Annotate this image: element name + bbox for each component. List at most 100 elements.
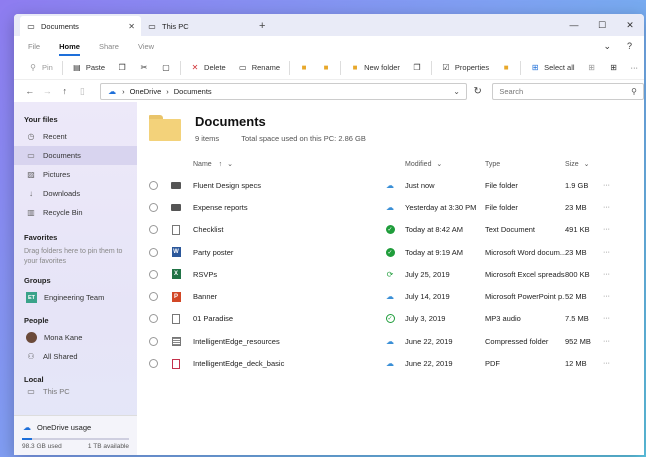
sidebar-item-recycle-bin[interactable]: ▥ Recycle Bin [14,203,137,222]
properties-button[interactable]: ☑ Properties [435,58,495,78]
recent-locations-button[interactable]: ▯ [75,82,91,100]
maximize-button[interactable]: ☐ [588,14,616,36]
ribbon-right-controls: ⌄ ? [603,36,632,56]
select-all-button[interactable]: ⊞ Select all [524,58,580,78]
collapse-ribbon-icon[interactable]: ⌄ [603,41,611,52]
delete-button[interactable]: ✕ Delete [184,58,232,78]
refresh-button[interactable]: ↻ [469,83,486,100]
more-button[interactable]: ··· [625,58,644,78]
minimize-button[interactable]: — [560,14,588,36]
sidebar-item-mona-kane[interactable]: Mona Kane [14,328,137,347]
column-header-type[interactable]: Type [485,161,500,168]
search-box[interactable]: ⚲ [492,82,644,100]
monitor-icon: ▭ [27,387,35,395]
sidebar-section-favorites: Favorites [24,233,58,242]
search-icon[interactable]: ⚲ [631,87,637,96]
tab-this-pc[interactable]: ▭ This PC [141,16,251,36]
more-icon[interactable]: ··· [603,182,610,189]
sidebar-item-all-shared[interactable]: ⚇ All Shared [14,347,137,366]
file-size: 1.9 GB [565,180,589,190]
table-row[interactable]: W Party poster ✓ Today at 9:19 AM Microsoft … [137,241,644,263]
breadcrumb-onedrive[interactable]: OneDrive [130,87,162,96]
ribbon-tab-file[interactable]: File [28,42,40,51]
pin-button[interactable]: ⚲ Pin [22,58,59,78]
sync-icon: ⟳ [386,269,394,279]
people-icon: ⚇ [27,352,35,361]
more-icon[interactable]: ··· [603,249,610,256]
more-icon[interactable]: ··· [603,360,610,367]
more-icon[interactable]: ··· [603,315,610,322]
new-folder-button[interactable]: ■ New folder [344,58,406,78]
paste-button[interactable]: ▤ Paste [66,58,111,78]
chevron-down-icon[interactable]: ⌄ [453,87,460,96]
sidebar-item-this-pc[interactable]: ▭ This PC [14,387,137,395]
close-tab-icon[interactable]: ✕ [128,22,135,31]
more-icon[interactable]: ··· [603,226,610,233]
table-row[interactable]: Checklist ✓ Today at 8:42 AM Text Document 4… [137,219,644,241]
select-none-button[interactable]: ⊞ [581,58,603,78]
more-icon[interactable]: ··· [603,293,610,300]
copy-path-button[interactable]: ▢ [155,58,177,78]
row-select-checkbox[interactable] [149,359,158,369]
share-button[interactable]: ■ [495,58,517,78]
doc-file-icon [171,224,181,235]
breadcrumb-documents[interactable]: Documents [174,87,212,96]
column-header-name[interactable]: Name ↑ ⌄ [193,160,233,168]
row-select-checkbox[interactable] [149,292,158,302]
copy-icon: ❐ [118,63,126,72]
table-row[interactable]: Fluent Design specs ☁ Just now File folder 1… [137,174,644,196]
sidebar-item-documents[interactable]: ▭ Documents [14,146,137,165]
row-select-checkbox[interactable] [149,225,158,235]
onedrive-usage-panel[interactable]: ☁ OneDrive usage 98.3 GB used 1 TB avail… [14,415,137,455]
search-input[interactable] [499,86,632,96]
rename-button[interactable]: ▭ Rename [232,58,286,78]
table-row[interactable]: IntelligentEdge_resources ☁ June 22, 2019 C… [137,330,644,352]
more-icon[interactable]: ··· [603,271,610,278]
row-select-checkbox[interactable] [149,314,158,324]
table-row[interactable]: 01 Paradise ✓ July 3, 2019 MP3 audio 7.5 MB ·… [137,308,644,330]
more-icon[interactable]: ··· [603,204,610,211]
table-row[interactable]: P Banner ☁ July 14, 2019 Microsoft PowerPoin… [137,285,644,307]
ribbon-tab-view[interactable]: View [138,42,154,51]
move-to-button[interactable]: ■ [293,58,315,78]
table-row[interactable]: Expense reports ☁ Yesterday at 3:30 PM File… [137,196,644,218]
cut-button[interactable]: ✂ [133,58,155,78]
column-header-modified[interactable]: Modified ⌄ [405,160,442,168]
select-all-label: Select all [544,63,575,72]
storage-usage-text: 98.3 GB used 1 TB available [22,443,129,450]
file-modified: Today at 9:19 AM [405,247,463,257]
row-select-checkbox[interactable] [149,336,158,346]
column-header-size[interactable]: Size ⌄ [565,160,589,168]
copy-button[interactable]: ❐ [111,58,133,78]
more-icon[interactable]: ··· [603,338,610,345]
sidebar-item-pictures[interactable]: ▨ Pictures [14,165,137,184]
command-toolbar: ⚲ Pin ▤ Paste ❐ ✂ ▢ ✕ Delete ▭ Rename ■ [14,56,644,80]
row-select-checkbox[interactable] [149,180,158,190]
up-button[interactable]: ↑ [57,82,73,100]
table-row[interactable]: IntelligentEdge_deck_basic ☁ June 22, 2019… [137,352,644,374]
tab-documents[interactable]: ▭ Documents ✕ [20,16,141,36]
invert-selection-button[interactable]: ⊞ [603,58,625,78]
close-button[interactable]: ✕ [616,14,644,36]
new-item-button[interactable]: ❐ [406,58,428,78]
sidebar-item-downloads[interactable]: ↓ Downloads [14,184,137,203]
row-select-checkbox[interactable] [149,247,158,257]
ribbon-tab-home[interactable]: Home [59,42,80,56]
ribbon-tab-share[interactable]: Share [99,42,119,51]
help-icon[interactable]: ? [627,41,632,51]
file-list: Fluent Design specs ☁ Just now File folder 1… [137,174,644,375]
address-bar[interactable]: ☁ › OneDrive › Documents ⌄ [100,82,467,100]
divider [520,60,522,75]
sidebar-item-engineering-team[interactable]: ET Engineering Team [14,288,137,307]
back-button[interactable]: ← [22,82,38,100]
sidebar-item-recent[interactable]: ◷ Recent [14,127,137,146]
file-modified: Yesterday at 3:30 PM [405,202,477,212]
new-tab-button[interactable]: + [251,16,273,36]
forward-button[interactable]: → [40,82,56,100]
chevron-down-icon: ⌄ [436,161,443,168]
table-row[interactable]: X RSVPs ⟳ July 25, 2019 Microsoft Excel spre… [137,263,644,285]
row-select-checkbox[interactable] [149,202,158,212]
copy-to-button[interactable]: ■ [315,58,337,78]
file-name: Banner [193,292,218,302]
row-select-checkbox[interactable] [149,269,158,279]
